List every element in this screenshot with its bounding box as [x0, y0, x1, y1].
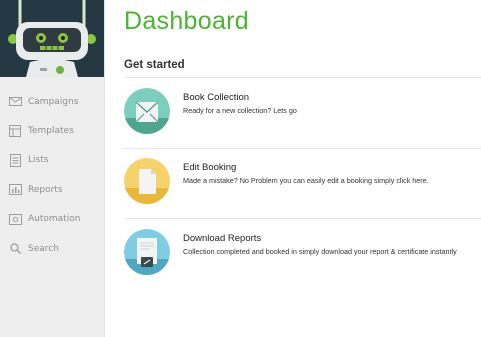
- card-edit-booking[interactable]: Edit Booking Made a mistake? No Problem …: [124, 158, 481, 214]
- divider: [124, 148, 481, 149]
- list-icon: [8, 153, 22, 167]
- sidebar: Campaigns Templates Lists Reports Automa…: [0, 0, 105, 337]
- bar-chart-icon: [8, 183, 22, 197]
- card-title: Book Collection: [183, 92, 250, 103]
- sidebar-item-campaigns[interactable]: Campaigns: [0, 87, 104, 116]
- card-title: Download Reports: [183, 233, 262, 244]
- section-title: Get started: [124, 59, 185, 71]
- sidebar-item-templates[interactable]: Templates: [0, 116, 104, 145]
- card-download-reports[interactable]: Download Reports Collection completed an…: [124, 229, 481, 285]
- document-icon: [124, 158, 170, 204]
- sidebar-item-label: Campaigns: [28, 96, 79, 107]
- envelope-icon: [124, 88, 170, 134]
- sidebar-item-label: Templates: [28, 126, 74, 137]
- templates-icon: [8, 124, 22, 138]
- card-description: Collection completed and booked in simpl…: [183, 247, 457, 256]
- report-icon: [124, 229, 170, 275]
- divider: [124, 218, 481, 219]
- page-title: Dashboard: [124, 7, 250, 35]
- sidebar-item-lists[interactable]: Lists: [0, 146, 104, 175]
- sidebar-item-label: Search: [28, 243, 59, 254]
- sidebar-nav: Campaigns Templates Lists Reports Automa…: [0, 87, 104, 263]
- card-description: Made a mistake? No Problem you can easil…: [183, 176, 429, 185]
- sidebar-item-label: Lists: [28, 155, 49, 166]
- card-book-collection[interactable]: Book Collection Ready for a new collecti…: [124, 88, 481, 144]
- automation-icon: [8, 212, 22, 226]
- card-description: Ready for a new collection? Lets go: [183, 106, 297, 115]
- sidebar-item-label: Automation: [28, 214, 81, 225]
- card-title: Edit Booking: [183, 162, 237, 173]
- sidebar-item-search[interactable]: Search: [0, 234, 104, 263]
- divider: [124, 77, 481, 78]
- sidebar-item-automation[interactable]: Automation: [0, 205, 104, 234]
- sidebar-item-label: Reports: [28, 184, 63, 195]
- robot-logo: [0, 0, 104, 77]
- sidebar-item-reports[interactable]: Reports: [0, 175, 104, 204]
- search-icon: [8, 242, 22, 256]
- mail-icon: [8, 95, 22, 109]
